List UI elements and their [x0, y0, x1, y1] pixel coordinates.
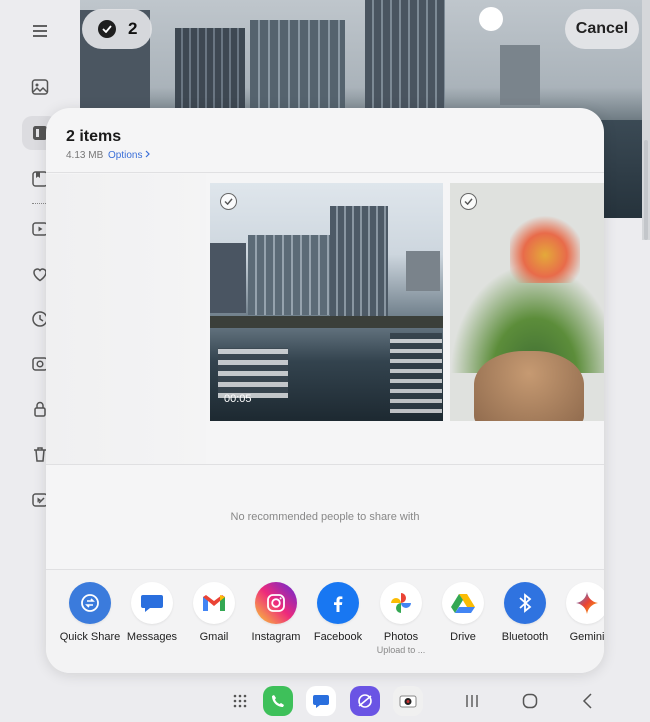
instagram-icon	[255, 582, 297, 624]
video-thumbnail[interactable]: 00:05	[210, 183, 443, 421]
share-title: 2 items	[66, 128, 122, 145]
app-drawer-button[interactable]	[225, 686, 255, 716]
taskbar	[0, 680, 650, 722]
photos-app[interactable]: Photos Upload to ...	[370, 582, 432, 656]
messages-icon	[306, 686, 336, 716]
phone-app-button[interactable]	[263, 686, 293, 716]
menu-button[interactable]	[28, 20, 52, 42]
gmail-app[interactable]: Gmail	[183, 582, 245, 644]
share-app-row: Quick Share Messages Gmail Instagram Fac…	[46, 570, 604, 673]
selected-count: 2	[128, 19, 138, 38]
pictures-nav-button[interactable]	[22, 70, 58, 104]
gmail-icon	[193, 582, 235, 624]
gemini-app[interactable]: Gemini	[556, 582, 604, 644]
instagram-app[interactable]: Instagram	[245, 582, 307, 644]
select-checkbox[interactable]	[220, 193, 237, 210]
messages-app[interactable]: Messages	[121, 582, 183, 644]
gemini-icon	[566, 582, 604, 624]
check-icon	[224, 198, 233, 205]
photo-thumbnail[interactable]	[450, 183, 604, 421]
options-label: Options	[108, 150, 143, 161]
messages-app-button[interactable]	[306, 686, 336, 716]
phone-icon	[263, 686, 293, 716]
touch-indicator	[479, 7, 503, 31]
selection-count-badge[interactable]: 2	[82, 9, 152, 49]
app-label: Facebook	[313, 631, 363, 643]
chevron-right-icon	[145, 150, 151, 158]
back-icon	[582, 693, 592, 709]
options-link[interactable]: Options	[108, 150, 151, 161]
home-button[interactable]	[515, 686, 545, 716]
preview-divider	[46, 464, 604, 465]
bluetooth-app[interactable]: Bluetooth	[494, 582, 556, 644]
pictures-icon	[31, 79, 49, 95]
drive-icon	[442, 582, 484, 624]
home-icon	[522, 693, 538, 709]
back-button[interactable]	[573, 686, 603, 716]
cancel-button[interactable]: Cancel	[565, 9, 639, 49]
menu-icon	[33, 25, 47, 37]
share-size: 4.13 MB	[66, 150, 104, 161]
app-label: Bluetooth	[501, 631, 549, 643]
app-label: Messages	[126, 631, 178, 643]
app-label: Quick Share	[59, 631, 121, 643]
internet-icon	[350, 686, 380, 716]
recents-icon	[466, 695, 478, 707]
select-checkbox[interactable]	[460, 193, 477, 210]
camera-icon	[393, 686, 423, 716]
header-divider	[46, 172, 604, 173]
check-circle-icon	[98, 20, 116, 38]
app-label: Gemini	[569, 631, 604, 643]
app-label: Photos	[383, 631, 419, 643]
app-sublabel: Upload to ...	[376, 645, 426, 655]
drive-app[interactable]: Drive	[432, 582, 494, 644]
preview-fade	[46, 174, 206, 464]
scroll-handle[interactable]	[644, 140, 648, 240]
check-icon	[464, 198, 473, 205]
app-drawer-icon	[233, 694, 247, 708]
quick-share-icon	[69, 582, 111, 624]
camera-app-button[interactable]	[393, 686, 423, 716]
recents-button[interactable]	[457, 686, 487, 716]
bluetooth-icon	[504, 582, 546, 624]
messages-icon	[131, 582, 173, 624]
photos-icon	[380, 582, 422, 624]
quick-share-app[interactable]: Quick Share	[59, 582, 121, 644]
app-label: Drive	[450, 631, 476, 643]
app-label: Gmail	[199, 631, 229, 643]
video-duration: 00:05	[224, 393, 252, 405]
app-label: Instagram	[251, 631, 301, 643]
share-sheet: 2 items 4.13 MB Options 00:05 No recomme…	[46, 108, 604, 673]
no-people-message: No recommended people to share with	[230, 511, 420, 523]
facebook-app[interactable]: Facebook	[307, 582, 369, 644]
facebook-icon	[317, 582, 359, 624]
internet-app-button[interactable]	[350, 686, 380, 716]
